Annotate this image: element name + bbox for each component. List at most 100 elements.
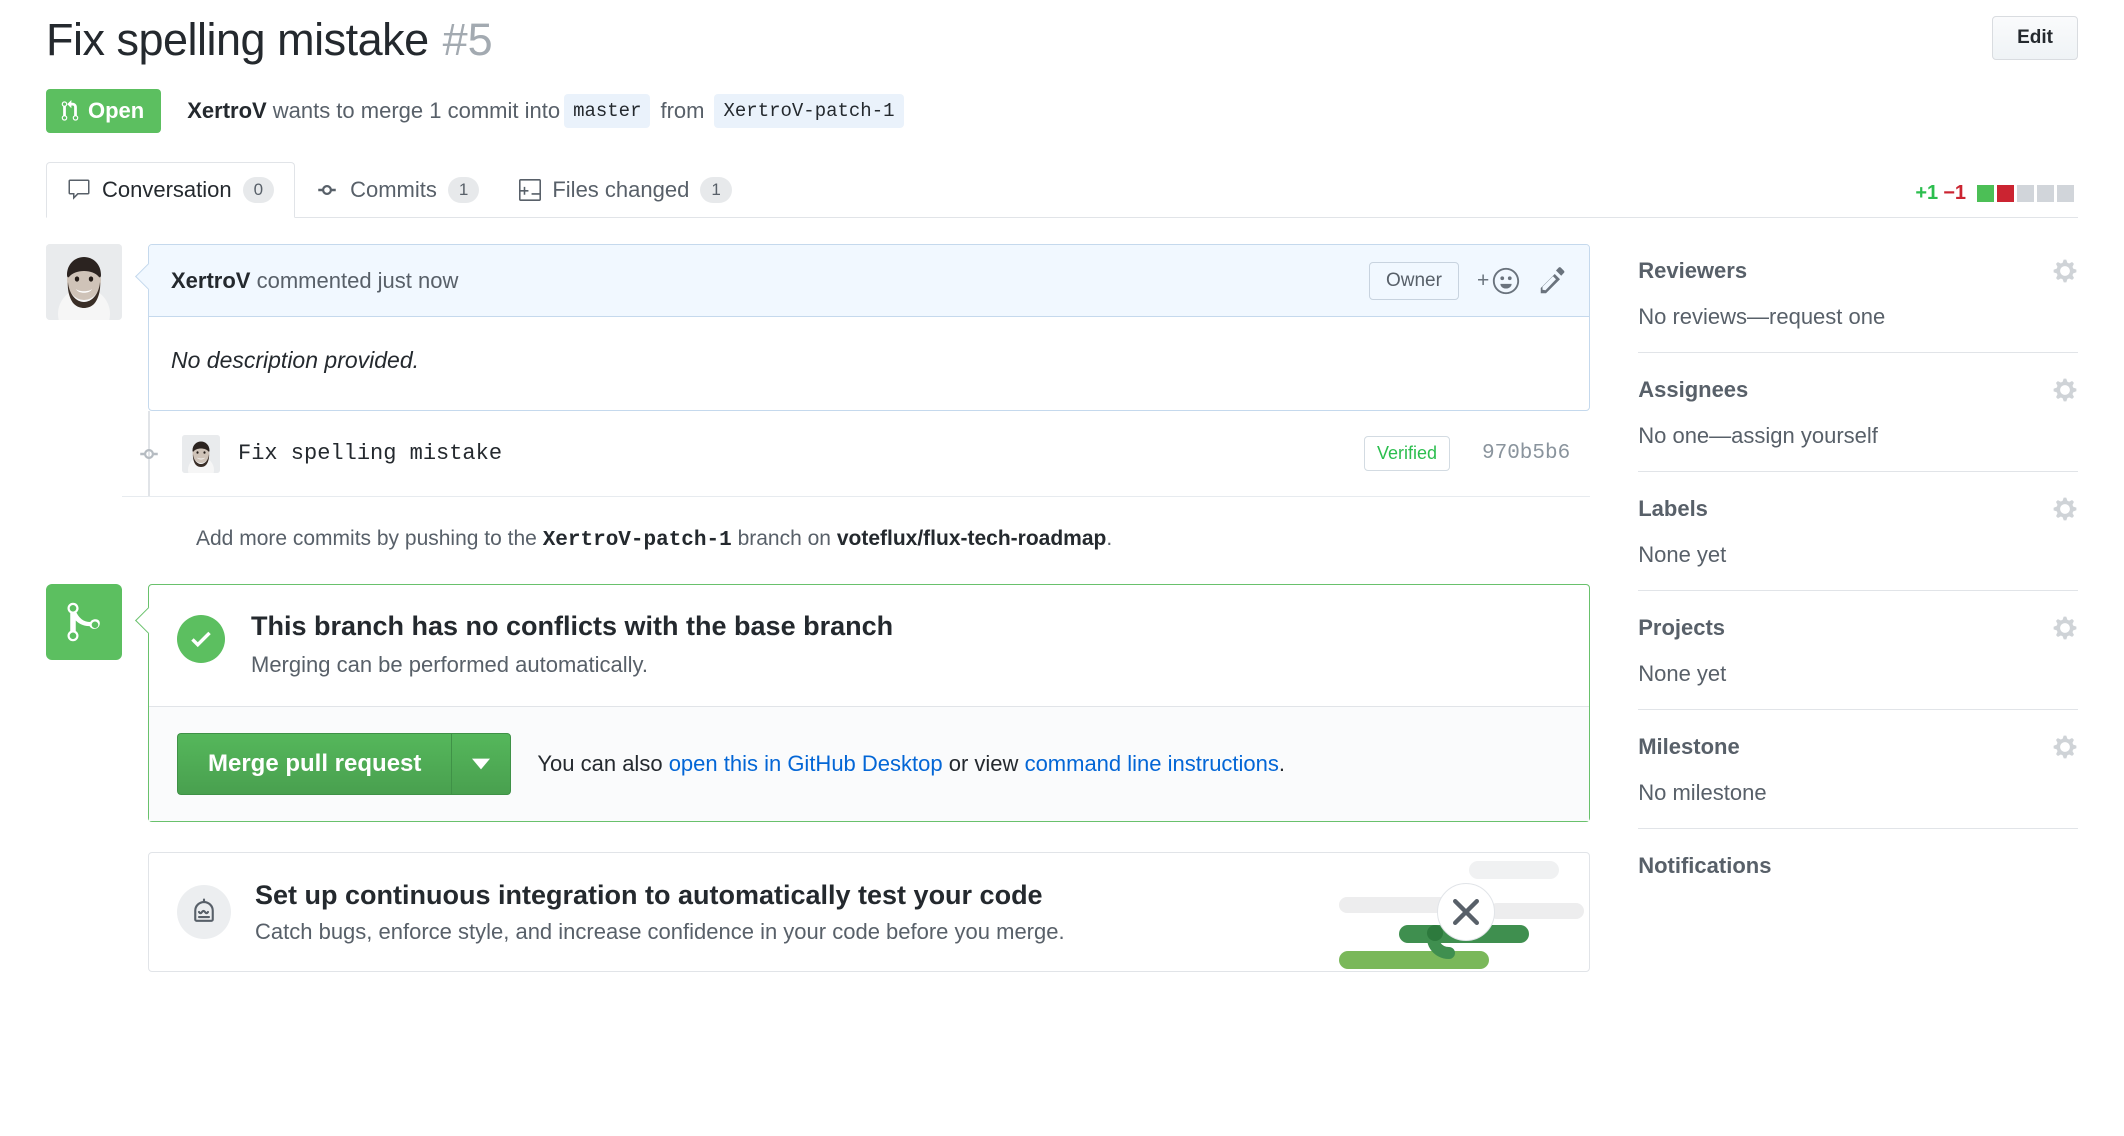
ci-promo-title: Set up continuous integration to automat… bbox=[255, 879, 1043, 910]
gear-icon[interactable] bbox=[2052, 734, 2078, 760]
comment-author-line: XertroV commented just now bbox=[171, 268, 458, 294]
git-merge-icon-box bbox=[46, 584, 122, 660]
robot-glyph-icon bbox=[194, 898, 214, 922]
merge-status-title: This branch has no conflicts with the ba… bbox=[251, 611, 894, 641]
sidebar-value-labels: None yet bbox=[1638, 542, 1727, 567]
chevron-down-icon bbox=[472, 758, 491, 770]
diffstat-block bbox=[2037, 185, 2054, 202]
sidebar-title-notifications: Notifications bbox=[1638, 853, 1772, 878]
diffstat-blocks bbox=[1977, 185, 2074, 202]
git-pull-request-icon bbox=[61, 100, 79, 121]
tab-files-changed-count: 1 bbox=[700, 177, 732, 203]
edit-button[interactable]: Edit bbox=[1992, 16, 2078, 60]
tab-conversation-label: Conversation bbox=[102, 177, 232, 202]
comment-author: XertroV bbox=[171, 267, 251, 293]
sidebar-section-header: Assignees bbox=[1638, 377, 2078, 403]
tab-files-changed[interactable]: Files changed 1 bbox=[499, 162, 751, 218]
owner-badge: Owner bbox=[1368, 261, 1459, 300]
main-column: XertroV commented just now Owner + No de… bbox=[46, 244, 1591, 972]
pencil-icon bbox=[1540, 266, 1565, 293]
sidebar-section-header: Reviewers bbox=[1638, 258, 2078, 284]
commit-author-avatar[interactable] bbox=[182, 434, 220, 473]
close-glyph-icon bbox=[1453, 899, 1480, 925]
sidebar-section-projects: Projects None yet bbox=[1638, 615, 2078, 710]
gear-icon[interactable] bbox=[2052, 377, 2078, 403]
comment-card: XertroV commented just now Owner + No de… bbox=[148, 244, 1591, 411]
sidebar-section-header: Milestone bbox=[1638, 734, 2078, 760]
base-branch-chip[interactable]: master bbox=[564, 93, 651, 129]
close-icon[interactable] bbox=[1437, 883, 1496, 941]
merge-phrase: wants to merge 1 commit into bbox=[272, 97, 561, 123]
gear-icon[interactable] bbox=[2052, 615, 2078, 641]
diffstat-deletions: −1 bbox=[1943, 182, 1966, 204]
edit-comment-button[interactable] bbox=[1539, 266, 1567, 295]
robot-icon bbox=[177, 885, 231, 939]
comment-block: XertroV commented just now Owner + No de… bbox=[46, 244, 1591, 411]
comment-meta: commented just now bbox=[256, 267, 459, 293]
comment-body: No description provided. bbox=[171, 347, 420, 373]
tab-commits[interactable]: Commits 1 bbox=[295, 162, 499, 218]
merge-help-text: You can also open this in GitHub Desktop… bbox=[537, 751, 1285, 777]
diffstat-block bbox=[1977, 185, 1994, 202]
sidebar-value-reviewers[interactable]: No reviews—request one bbox=[1638, 304, 2078, 330]
status-badge-label: Open bbox=[88, 98, 145, 123]
ci-promo-subtitle: Catch bugs, enforce style, and increase … bbox=[255, 918, 1065, 944]
merge-panel: This branch has no conflicts with the ba… bbox=[148, 584, 1591, 822]
avatar[interactable] bbox=[46, 244, 122, 320]
gear-glyph-icon bbox=[2053, 378, 2077, 402]
merge-help-suffix: . bbox=[1278, 751, 1286, 776]
merge-status-texts: This branch has no conflicts with the ba… bbox=[251, 611, 893, 678]
push-note-prefix: Add more commits by pushing to the bbox=[196, 527, 537, 550]
gear-icon[interactable] bbox=[2052, 258, 2078, 284]
diffstat-block bbox=[2057, 185, 2074, 202]
page-title: Fix spelling mistake bbox=[46, 14, 429, 65]
timeline-node-icon bbox=[136, 441, 162, 467]
sidebar-value-milestone: No milestone bbox=[1638, 780, 1767, 805]
sidebar-section-notifications: Notifications bbox=[1638, 853, 2078, 901]
sidebar-section-assignees: Assignees No one—assign yourself bbox=[1638, 377, 2078, 472]
sidebar-section-milestone: Milestone No milestone bbox=[1638, 734, 2078, 829]
pr-header: Fix spelling mistake #5 Edit Open Xertro… bbox=[46, 0, 2078, 133]
gear-glyph-icon bbox=[2053, 616, 2077, 640]
push-more-commits-note: Add more commits by pushing to the Xertr… bbox=[196, 527, 1590, 552]
add-reaction-button[interactable]: + bbox=[1477, 266, 1521, 296]
head-branch-chip[interactable]: XertroV-patch-1 bbox=[714, 93, 904, 129]
push-note-branch: XertroV-patch-1 bbox=[542, 529, 732, 552]
avatar-image bbox=[46, 244, 122, 320]
sidebar-section-labels: Labels None yet bbox=[1638, 496, 2078, 591]
verified-badge[interactable]: Verified bbox=[1363, 436, 1450, 471]
tab-conversation-count: 0 bbox=[242, 177, 275, 203]
tab-conversation[interactable]: Conversation 0 bbox=[46, 162, 296, 218]
gear-glyph-icon bbox=[2053, 259, 2077, 283]
open-in-github-desktop-link[interactable]: open this in GitHub Desktop bbox=[669, 751, 943, 776]
commit-row-meta: Verified 970b5b6 bbox=[1363, 436, 1590, 471]
pr-number: #5 bbox=[442, 14, 493, 65]
sidebar-title-milestone: Milestone bbox=[1638, 734, 1740, 759]
merge-pull-request-button[interactable]: Merge pull request bbox=[177, 733, 452, 795]
commit-icon bbox=[318, 185, 336, 195]
status-badge: Open bbox=[46, 89, 162, 133]
gear-glyph-icon bbox=[2053, 735, 2077, 759]
merge-options-dropdown-button[interactable] bbox=[451, 733, 512, 795]
gear-glyph-icon bbox=[2053, 497, 2077, 521]
table-row: Fix spelling mistake Verified 970b5b6 bbox=[122, 411, 1591, 497]
diffstat-additions: +1 bbox=[1915, 182, 1939, 204]
pr-tabs: Conversation 0 Commits 1 Files changed 1… bbox=[46, 162, 2078, 218]
git-merge-icon bbox=[67, 602, 100, 642]
sidebar-title-labels: Labels bbox=[1638, 496, 1708, 521]
gear-icon[interactable] bbox=[2052, 496, 2078, 522]
commit-sha[interactable]: 970b5b6 bbox=[1482, 442, 1570, 465]
diffstat-block bbox=[2017, 185, 2034, 202]
avatar-image bbox=[182, 434, 220, 473]
commit-message[interactable]: Fix spelling mistake bbox=[238, 441, 502, 466]
push-note-suffix: . bbox=[1106, 527, 1113, 550]
ci-promo-banner: Set up continuous integration to automat… bbox=[148, 852, 1591, 972]
comment-icon bbox=[68, 179, 90, 200]
commit-timeline: Fix spelling mistake Verified 970b5b6 bbox=[122, 411, 1591, 497]
plus-sign: + bbox=[1476, 268, 1490, 292]
sidebar-title-reviewers: Reviewers bbox=[1638, 258, 1748, 283]
push-note-middle: branch on bbox=[737, 527, 831, 550]
sidebar-value-assignees[interactable]: No one—assign yourself bbox=[1638, 423, 2078, 449]
command-line-instructions-link[interactable]: command line instructions bbox=[1025, 751, 1279, 776]
pull-request-page: Fix spelling mistake #5 Edit Open Xertro… bbox=[0, 0, 2124, 1136]
